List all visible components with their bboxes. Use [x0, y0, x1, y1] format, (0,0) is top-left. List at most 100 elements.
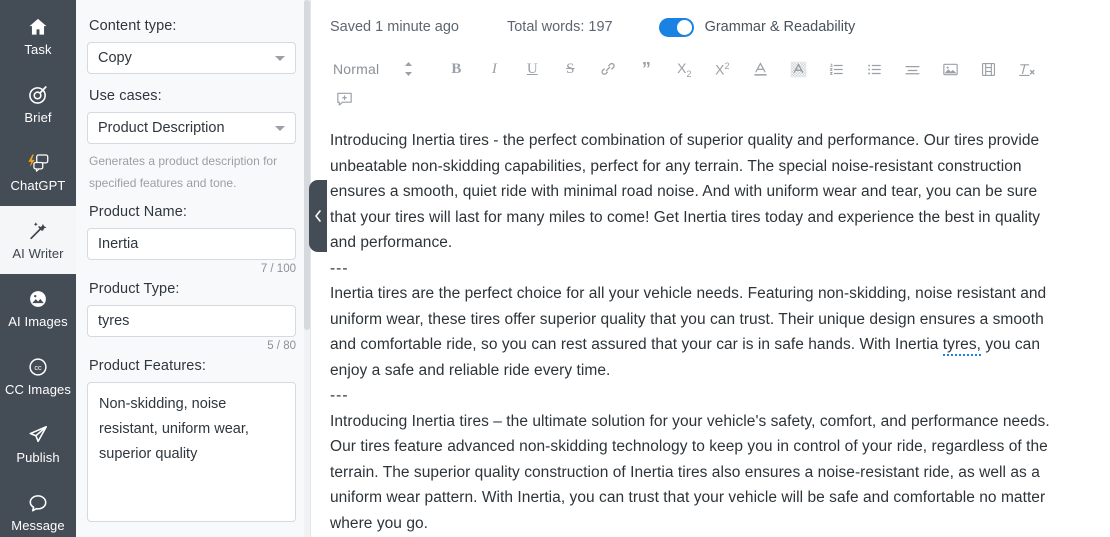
insert-video-button[interactable]	[973, 54, 1003, 84]
paragraph-2-part-a: Inertia tires are the perfect choice for…	[330, 285, 1047, 353]
total-words-text: Total words: 197	[506, 19, 613, 35]
sidebar-item-task[interactable]: Task	[0, 2, 76, 70]
subscript-icon: X2	[677, 59, 692, 79]
text-color-button[interactable]	[745, 54, 775, 84]
paragraph-1: Introducing Inertia tires - the perfect …	[330, 132, 1041, 251]
product-features-textarea[interactable]: Non-skidding, noise resistant, uniform w…	[87, 382, 296, 522]
superscript-button[interactable]: X2	[707, 54, 737, 84]
sidebar-item-chatgpt[interactable]: ChatGPT	[0, 138, 76, 206]
use-cases-label: Use cases:	[89, 88, 162, 104]
link-icon	[600, 61, 616, 77]
product-type-value: tyres	[98, 313, 130, 329]
use-cases-value: Product Description	[98, 120, 225, 136]
paragraph-2: Inertia tires are the perfect choice for…	[330, 281, 1055, 383]
add-comment-button[interactable]	[329, 84, 359, 114]
subscript-button[interactable]: X2	[669, 54, 699, 84]
sidebar-item-label: Message	[11, 517, 65, 533]
bold-button[interactable]: B	[441, 54, 471, 84]
grammar-flagged-word[interactable]: tyres,	[942, 336, 981, 356]
creative-commons-icon: cc	[27, 356, 49, 378]
product-name-value: Inertia	[98, 236, 139, 252]
grammar-readability-label: Grammar & Readability	[704, 19, 856, 35]
blockquote-button[interactable]: ”	[631, 54, 661, 84]
product-name-input[interactable]: Inertia	[87, 228, 296, 260]
strikethrough-button[interactable]: S	[555, 54, 585, 84]
highlight-color-button[interactable]	[783, 54, 813, 84]
toggle-knob	[676, 19, 692, 35]
target-icon	[27, 84, 49, 106]
video-icon	[980, 61, 997, 78]
sidebar-item-publish[interactable]: Publish	[0, 410, 76, 478]
block-format-label: Normal	[333, 61, 380, 77]
ordered-list-icon	[828, 61, 845, 78]
content-type-select[interactable]: Copy	[87, 42, 296, 74]
underline-button[interactable]: U	[517, 54, 547, 84]
product-type-input[interactable]: tyres	[87, 305, 296, 337]
product-type-label: Product Type:	[89, 281, 180, 297]
align-icon	[904, 61, 921, 78]
insert-image-button[interactable]	[935, 54, 965, 84]
product-type-counter: 5 / 80	[267, 340, 296, 352]
product-features-label: Product Features:	[89, 358, 206, 374]
home-icon	[27, 16, 49, 38]
superscript-icon: X2	[715, 60, 730, 78]
clear-format-icon	[1017, 61, 1036, 78]
bullet-list-icon	[866, 61, 883, 78]
chat-bubble-icon	[27, 492, 49, 514]
sidebar-item-cc-images[interactable]: cc CC Images	[0, 342, 76, 410]
magic-wand-icon	[27, 220, 49, 242]
sidebar-item-label: Task	[24, 41, 52, 57]
italic-icon: I	[491, 60, 497, 77]
sidebar-item-label: Publish	[16, 449, 60, 465]
quote-icon: ”	[641, 59, 651, 79]
use-cases-helper-text: Generates a product description for spec…	[89, 154, 278, 190]
italic-button[interactable]: I	[479, 54, 509, 84]
sidebar-item-label: AI Images	[8, 313, 68, 329]
grammar-readability-toggle[interactable]	[658, 17, 694, 37]
bold-icon: B	[451, 60, 462, 77]
underline-icon: U	[526, 60, 538, 77]
app-root: Task Brief ChatGPT AI Writer AI Images c…	[0, 0, 1110, 537]
sidebar-item-brief[interactable]: Brief	[0, 70, 76, 138]
block-format-dropdown[interactable]: Normal	[329, 54, 383, 84]
image-ai-icon	[27, 288, 49, 310]
sidebar-item-label: ChatGPT	[10, 177, 66, 193]
left-nav-rail: Task Brief ChatGPT AI Writer AI Images c…	[0, 0, 76, 537]
form-scrollbar-thumb[interactable]	[304, 0, 310, 330]
clear-format-button[interactable]	[1011, 54, 1041, 84]
sidebar-item-label: Brief	[24, 109, 52, 125]
highlight-icon	[790, 61, 807, 78]
strikethrough-icon: S	[566, 60, 575, 77]
use-cases-select[interactable]: Product Description	[87, 112, 296, 144]
comment-icon	[335, 90, 354, 109]
bullet-list-button[interactable]	[859, 54, 889, 84]
product-name-counter: 7 / 100	[260, 263, 296, 275]
chatgpt-icon	[27, 152, 49, 174]
content-type-value: Copy	[98, 50, 132, 66]
content-type-label: Content type:	[89, 18, 177, 34]
grammar-readability-toggle-group[interactable]: Grammar & Readability	[658, 17, 856, 37]
content-settings-panel: Content type: Copy Use cases: Product De…	[76, 0, 311, 537]
editor-status-bar: Saved 1 minute ago Total words: 197 Gram…	[311, 0, 1110, 54]
form-scrollbar-track[interactable]	[304, 0, 310, 537]
block-format-stepper-icon[interactable]	[393, 54, 423, 84]
product-name-label: Product Name:	[89, 204, 188, 220]
toolbar-second-row	[329, 84, 1051, 114]
text-color-icon	[752, 61, 769, 78]
ordered-list-button[interactable]	[821, 54, 851, 84]
document-content[interactable]: Introducing Inertia tires - the perfect …	[311, 114, 1071, 536]
chevron-down-icon	[275, 55, 285, 61]
image-icon	[942, 61, 959, 78]
svg-text:cc: cc	[34, 363, 42, 372]
sidebar-item-message[interactable]: Message	[0, 478, 76, 537]
collapse-panel-handle[interactable]	[309, 180, 327, 252]
align-button[interactable]	[897, 54, 927, 84]
chevron-down-icon	[275, 125, 285, 131]
separator-2: ---	[330, 387, 349, 404]
link-button[interactable]	[593, 54, 623, 84]
sidebar-item-ai-writer[interactable]: AI Writer	[0, 206, 76, 274]
sidebar-item-label: AI Writer	[12, 245, 64, 261]
sidebar-item-ai-images[interactable]: AI Images	[0, 274, 76, 342]
paper-plane-icon	[27, 424, 49, 446]
chevron-left-icon	[313, 209, 323, 223]
